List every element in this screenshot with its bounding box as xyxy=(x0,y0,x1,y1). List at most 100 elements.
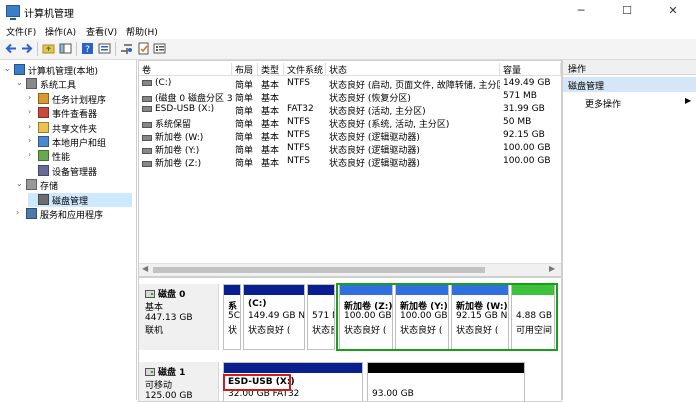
horizontal-scrollbar[interactable]: ◀ ▶ xyxy=(139,263,561,276)
tree-item[interactable]: › 共享文件夹 xyxy=(28,121,132,135)
more-actions-arrow-icon[interactable]: ▶ xyxy=(685,96,691,105)
tree-item-label: 事件查看器 xyxy=(52,110,98,121)
disk-graphical-view: 磁盘 0 基本 447.13 GB 联机 系 5C 状 (C:) 149.49 GB N… xyxy=(138,277,562,402)
connect-icon[interactable] xyxy=(120,42,133,55)
actions-pane: 操作 磁盘管理 更多操作 ▶ xyxy=(562,60,696,400)
scroll-left-icon[interactable]: ◀ xyxy=(142,264,148,273)
tree-item[interactable]: 设备管理器 xyxy=(28,164,132,178)
disk-icon xyxy=(145,289,155,298)
tree-item[interactable]: › 任务计划程序 xyxy=(28,92,132,106)
help-icon[interactable]: ? xyxy=(81,42,94,55)
properties-icon[interactable] xyxy=(98,42,111,55)
list-view-icon[interactable] xyxy=(153,42,166,55)
partition-text: 149.49 GB N xyxy=(248,311,305,321)
partition-block[interactable]: 系 5C 状 xyxy=(223,284,241,350)
expand-arrow-icon[interactable]: › xyxy=(16,208,24,217)
volume-row[interactable]: 系统保留 简单 基本 NTFS 状态良好 (系统, 活动, 主分区) 50 MB xyxy=(139,116,561,130)
tree-item[interactable]: ⌄ 存储 xyxy=(16,178,132,192)
partition-block[interactable]: 93.00 GB xyxy=(367,362,525,401)
partition-block[interactable]: (C:) 149.49 GB N 状态良好 ( xyxy=(243,284,305,350)
volume-row[interactable]: 新加卷 (Z:) 简单 基本 NTFS 状态良好 (逻辑驱动器) 100.00 GB xyxy=(139,155,561,169)
tree-item[interactable]: ⌄ 系统工具 xyxy=(16,77,132,91)
more-actions[interactable]: 更多操作 xyxy=(585,97,621,110)
up-folder-icon[interactable] xyxy=(42,42,55,55)
close-button[interactable]: ✕ xyxy=(650,0,696,22)
tree-item-label: 性能 xyxy=(52,153,71,164)
volume-cell: 50 MB xyxy=(503,117,532,127)
expand-arrow-icon[interactable]: ⌄ xyxy=(16,179,24,188)
scroll-right-icon[interactable]: ▶ xyxy=(549,264,555,273)
partition-text: 571 M xyxy=(312,311,334,321)
volume-cell: 571 MB xyxy=(503,91,537,101)
volume-cell: 基本 xyxy=(261,159,280,169)
volume-row[interactable]: 新加卷 (W:) 简单 基本 NTFS 状态良好 (逻辑驱动器) 92.15 GB xyxy=(139,129,561,143)
volume-icon xyxy=(142,105,152,112)
expand-arrow-icon[interactable]: › xyxy=(28,136,36,145)
volume-row[interactable]: 新加卷 (Y:) 简单 基本 NTFS 状态良好 (逻辑驱动器) 100.00 GB xyxy=(139,142,561,156)
expand-arrow-icon[interactable]: › xyxy=(28,150,36,159)
volume-cell: 100.00 GB xyxy=(503,143,551,153)
disk-status: 联机 xyxy=(145,326,164,336)
volume-icon xyxy=(142,147,152,154)
expand-arrow-icon[interactable]: › xyxy=(28,122,36,131)
show-tree-icon[interactable] xyxy=(59,42,72,55)
volume-cell: (C:) xyxy=(139,78,232,88)
expand-arrow-icon[interactable]: › xyxy=(28,93,36,102)
tree-item[interactable]: 磁盘管理 xyxy=(28,192,132,207)
partition-block[interactable]: 571 M 状态良 xyxy=(307,284,335,350)
svg-text:?: ? xyxy=(85,45,90,55)
actions-disk-management[interactable]: 磁盘管理 xyxy=(563,77,696,92)
volume-cell: 简单 xyxy=(235,159,254,169)
disk-icon xyxy=(38,193,49,205)
column-header-status[interactable]: 状态 xyxy=(326,63,500,75)
partition-text: 状态良好 ( xyxy=(248,326,291,336)
check-icon[interactable] xyxy=(137,42,150,55)
volume-row[interactable]: (C:) 简单 基本 NTFS 状态良好 (启动, 页面文件, 故障转储, 主分区) 14… xyxy=(139,77,561,91)
column-header-filesystem[interactable]: 文件系统 xyxy=(284,63,326,75)
tools-icon xyxy=(26,78,37,90)
partition-text: 93.00 GB xyxy=(372,389,414,399)
tree-item[interactable]: › 性能 xyxy=(28,149,132,163)
tree-item[interactable]: › 本地用户和组 xyxy=(28,135,132,149)
volume-icon xyxy=(142,121,152,128)
device-icon xyxy=(38,164,49,176)
clock-icon xyxy=(38,92,49,104)
tree-item[interactable]: ⌄ 计算机管理(本地) xyxy=(4,63,132,77)
actions-header: 操作 xyxy=(563,60,696,75)
expand-arrow-icon[interactable]: ⌄ xyxy=(16,78,24,87)
volume-row[interactable]: (磁盘 0 磁盘分区 3) 简单 基本 状态良好 (恢复分区) 571 MB xyxy=(139,90,561,104)
disk-size: 447.13 GB xyxy=(145,313,193,323)
minimize-button[interactable]: ─ xyxy=(558,0,604,22)
partition-bar xyxy=(368,363,524,373)
partition-bar xyxy=(224,285,240,295)
expand-arrow-icon[interactable]: ⌄ xyxy=(4,64,12,73)
tree-item-label: 存储 xyxy=(40,182,59,193)
performance-icon xyxy=(38,150,49,162)
volume-cell: NTFS xyxy=(287,130,310,140)
column-header-volume[interactable]: 卷 xyxy=(139,63,232,75)
disk-1-label[interactable]: 磁盘 1 可移动 125.00 GB xyxy=(139,362,219,401)
volume-row[interactable]: ESD-USB (X:) 简单 基本 FAT32 状态良好 (活动, 主分区) 31.99… xyxy=(139,103,561,117)
menu-action[interactable]: 操作(A) xyxy=(45,25,76,38)
expand-arrow-icon[interactable]: › xyxy=(28,107,36,116)
tree-item[interactable]: › 事件查看器 xyxy=(28,106,132,120)
column-header-type[interactable]: 类型 xyxy=(258,63,284,75)
volume-icon xyxy=(142,134,152,141)
disk-0-label[interactable]: 磁盘 0 基本 447.13 GB 联机 xyxy=(139,284,219,350)
scrollbar-thumb[interactable] xyxy=(153,267,485,273)
volume-name: 新加卷 (Z:) xyxy=(155,159,202,169)
volume-icon xyxy=(142,79,152,86)
menu-help[interactable]: 帮助(H) xyxy=(126,25,158,38)
menu-view[interactable]: 查看(V) xyxy=(86,25,117,38)
volume-list: 卷 布局 类型 文件系统 状态 容量 (C:) 简单 基本 NTFS 状态良好 (启动,… xyxy=(138,60,562,277)
column-header-layout[interactable]: 布局 xyxy=(232,63,258,75)
column-header-capacity[interactable]: 容量 xyxy=(500,63,561,75)
disk-name: 磁盘 1 xyxy=(158,368,186,378)
forward-arrow-icon[interactable] xyxy=(20,42,33,55)
tree-item[interactable]: › 服务和应用程序 xyxy=(16,207,132,221)
maximize-button[interactable]: ☐ xyxy=(604,0,650,22)
menu-file[interactable]: 文件(F) xyxy=(6,25,36,38)
back-arrow-icon[interactable] xyxy=(5,42,18,55)
usb-volume-highlight xyxy=(223,374,291,391)
volume-cell: 149.49 GB xyxy=(503,78,551,88)
